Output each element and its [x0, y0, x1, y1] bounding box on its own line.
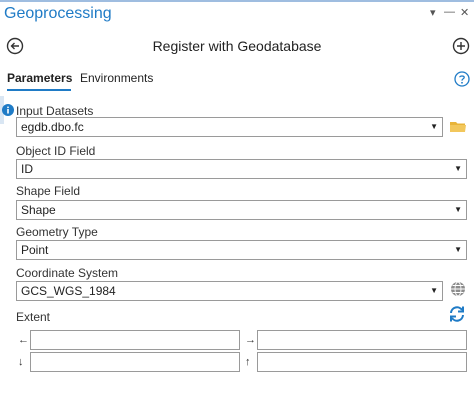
tab-parameters[interactable]: Parameters	[7, 71, 72, 85]
shape-field-label: Shape Field	[16, 184, 81, 198]
object-id-field-value: ID	[21, 162, 33, 176]
add-icon[interactable]	[452, 37, 470, 55]
help-icon[interactable]	[454, 71, 470, 87]
tab-bar: Parameters Environments	[0, 66, 474, 96]
autohide-button[interactable]: —	[444, 6, 455, 18]
shape-field-dropdown[interactable]: Shape ▼	[16, 200, 467, 220]
geometry-type-label: Geometry Type	[16, 225, 98, 239]
extent-top-arrow-icon: ↑	[245, 356, 251, 368]
tool-header: Register with Geodatabase	[0, 26, 474, 66]
extent-top-input[interactable]	[257, 352, 467, 372]
active-tab-indicator	[7, 89, 71, 91]
extent-left-input[interactable]	[30, 330, 240, 350]
extent-bottom-arrow-icon: ↓	[18, 356, 24, 368]
object-id-field-label: Object ID Field	[16, 144, 96, 158]
extent-left-arrow-icon: ←	[18, 334, 29, 346]
extent-bottom-input[interactable]	[30, 352, 240, 372]
extent-right-arrow-icon: →	[245, 334, 256, 346]
pin-button[interactable]: ▾	[430, 6, 436, 19]
title-bar: Geoprocessing ▾ — ✕	[0, 2, 474, 26]
extent-label: Extent	[16, 310, 51, 324]
chevron-down-icon: ▼	[454, 245, 462, 254]
close-button[interactable]: ✕	[460, 6, 469, 19]
parameters-panel: Input Datasets egdb.dbo.fc ▼ Object ID F…	[0, 96, 474, 415]
input-datasets-label: Input Datasets	[16, 104, 94, 118]
shape-field-value: Shape	[21, 203, 56, 217]
chevron-down-icon: ▼	[430, 122, 438, 131]
chevron-down-icon: ▼	[430, 286, 438, 295]
coordinate-system-value: GCS_WGS_1984	[21, 284, 116, 298]
globe-icon[interactable]	[450, 281, 466, 297]
input-datasets-value: egdb.dbo.fc	[21, 120, 84, 134]
info-icon[interactable]	[2, 104, 14, 116]
extent-right-input[interactable]	[257, 330, 467, 350]
geometry-type-value: Point	[21, 243, 49, 257]
refresh-icon[interactable]	[448, 305, 466, 323]
window-title: Geoprocessing	[4, 5, 112, 22]
folder-icon[interactable]	[450, 121, 466, 133]
tab-environments[interactable]: Environments	[80, 71, 153, 85]
tool-title: Register with Geodatabase	[152, 38, 322, 54]
coordinate-system-dropdown[interactable]: GCS_WGS_1984 ▼	[16, 281, 443, 301]
chevron-down-icon: ▼	[454, 164, 462, 173]
chevron-down-icon: ▼	[454, 205, 462, 214]
coordinate-system-label: Coordinate System	[16, 266, 119, 280]
object-id-field-dropdown[interactable]: ID ▼	[16, 159, 467, 179]
geometry-type-dropdown[interactable]: Point ▼	[16, 240, 467, 260]
input-datasets-dropdown[interactable]: egdb.dbo.fc ▼	[16, 117, 443, 137]
